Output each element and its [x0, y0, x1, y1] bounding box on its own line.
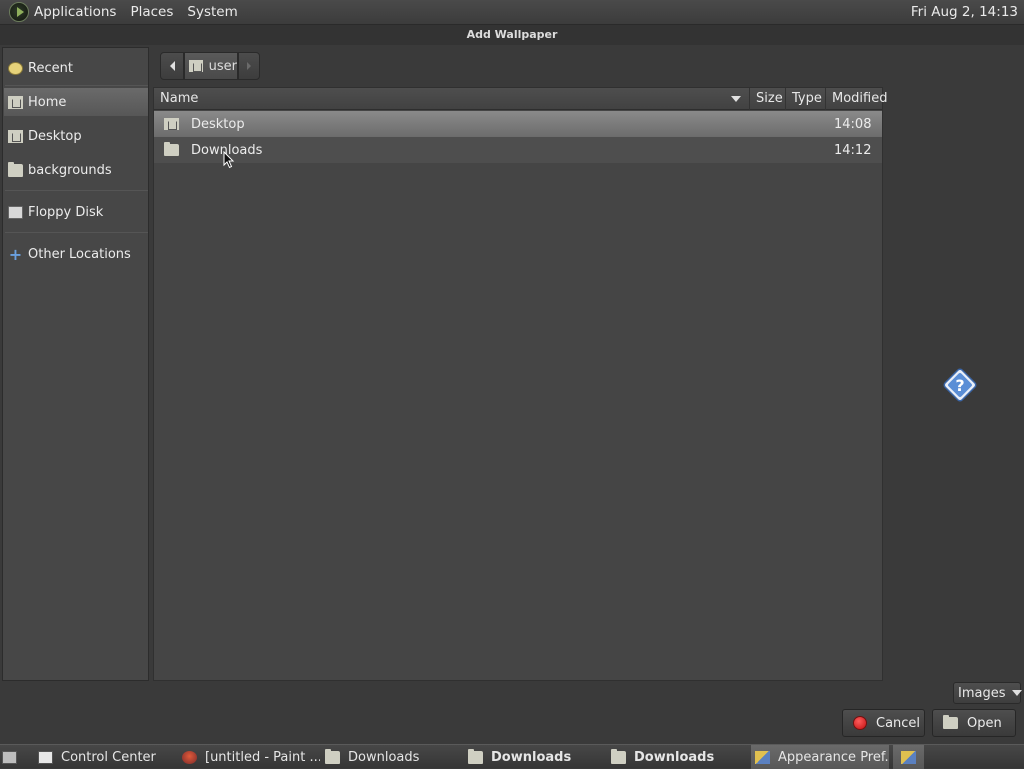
path-bar: user	[160, 52, 260, 80]
sidebar-item-other-locations[interactable]: + Other Locations	[4, 240, 148, 268]
taskbar: Control Center [untitled - Paint ... Dow…	[0, 744, 1024, 769]
svg-text:?: ?	[955, 376, 964, 395]
sidebar-item-desktop[interactable]: Desktop	[4, 122, 148, 150]
table-row[interactable]: Downloads 14:12	[154, 137, 882, 163]
folder-icon	[8, 161, 23, 177]
column-header-name[interactable]: Name	[154, 88, 750, 110]
window-title: Add Wallpaper	[0, 25, 1024, 45]
sidebar-separator	[5, 190, 148, 191]
file-modified: 14:08	[834, 116, 872, 132]
cancel-button-label: Cancel	[876, 715, 921, 731]
control-center-icon	[38, 750, 53, 764]
menu-logo-icon[interactable]	[9, 2, 29, 22]
show-desktop-icon	[2, 750, 17, 764]
file-name: Desktop	[191, 116, 245, 132]
sidebar-item-label: Home	[28, 94, 67, 110]
column-header-label: Modified	[832, 91, 888, 106]
appearance-icon	[755, 750, 770, 764]
file-modified: 14:12	[834, 142, 872, 158]
help-icon: ?	[943, 368, 977, 402]
sort-descending-icon	[731, 96, 741, 102]
column-header-label: Name	[160, 91, 199, 106]
file-list-header: Name Size Type Modified	[154, 88, 887, 110]
mouse-cursor-icon	[223, 151, 235, 169]
chevron-left-icon	[169, 61, 175, 71]
sidebar-item-label: Floppy Disk	[28, 204, 104, 220]
places-sidebar: Recent Home Desktop backgrounds Floppy D…	[2, 47, 149, 681]
chevron-down-icon	[1011, 690, 1022, 696]
taskbar-item-downloads[interactable]: Downloads	[611, 745, 749, 769]
show-desktop-button[interactable]	[2, 745, 26, 769]
home-icon	[8, 95, 23, 109]
cancel-icon	[853, 716, 867, 730]
recent-icon	[8, 61, 23, 75]
folder-icon	[325, 748, 340, 764]
taskbar-item-paint[interactable]: [untitled - Paint ...	[182, 745, 320, 769]
sidebar-item-backgrounds[interactable]: backgrounds	[4, 156, 148, 184]
floppy-disk-icon	[8, 205, 23, 219]
menu-places[interactable]: Places	[130, 4, 173, 20]
sidebar-item-label: Desktop	[28, 128, 82, 144]
desktop-folder-icon	[8, 129, 23, 143]
sidebar-item-recent[interactable]: Recent	[4, 54, 148, 82]
path-forward-button[interactable]	[238, 52, 260, 80]
column-header-modified[interactable]: Modified	[826, 88, 887, 110]
taskbar-item-label: Control Center	[61, 749, 156, 765]
file-list[interactable]: Name Size Type Modified Desktop 14:08 Do…	[153, 87, 887, 681]
path-segment-label: user	[208, 58, 237, 74]
taskbar-item-add-wallpaper[interactable]	[893, 745, 924, 769]
menu-applications[interactable]: Applications	[34, 4, 116, 20]
filter-selected-label: Images	[958, 685, 1006, 701]
taskbar-item-label: Appearance Pref...	[778, 749, 889, 765]
taskbar-item-downloads[interactable]: Downloads	[468, 745, 606, 769]
taskbar-item-label: Downloads	[634, 749, 715, 765]
taskbar-item-control-center[interactable]: Control Center	[38, 745, 176, 769]
home-icon	[189, 60, 203, 72]
appearance-icon	[901, 750, 916, 764]
folder-icon	[468, 748, 483, 764]
sidebar-item-floppy-disk[interactable]: Floppy Disk	[4, 198, 148, 226]
folder-icon	[611, 748, 626, 764]
taskbar-item-label: [untitled - Paint ...	[205, 749, 320, 765]
column-header-type[interactable]: Type	[786, 88, 826, 110]
sidebar-item-home[interactable]: Home	[4, 88, 148, 116]
paint-icon	[182, 750, 197, 764]
sidebar-item-label: backgrounds	[28, 162, 112, 178]
sidebar-separator	[5, 85, 148, 86]
taskbar-item-downloads[interactable]: Downloads	[325, 745, 463, 769]
desktop-folder-icon	[164, 118, 179, 130]
column-header-label: Size	[756, 91, 783, 106]
path-segment-user[interactable]: user	[184, 52, 238, 80]
folder-open-icon	[943, 715, 958, 729]
file-type-filter[interactable]: Images	[953, 682, 1022, 704]
menu-system[interactable]: System	[187, 4, 237, 20]
chevron-right-icon	[247, 62, 251, 70]
taskbar-item-appearance-preferences[interactable]: Appearance Pref...	[751, 745, 889, 769]
sidebar-item-label: Other Locations	[28, 246, 131, 262]
open-button-label: Open	[967, 715, 1002, 731]
cancel-button[interactable]: Cancel	[842, 709, 925, 737]
column-header-size[interactable]: Size	[750, 88, 786, 110]
path-back-button[interactable]	[160, 52, 184, 80]
taskbar-item-label: Downloads	[348, 749, 420, 765]
table-row[interactable]: Desktop 14:08	[154, 111, 882, 137]
sidebar-separator	[5, 232, 148, 233]
sidebar-item-label: Recent	[28, 60, 73, 76]
taskbar-item-label: Downloads	[491, 749, 572, 765]
top-panel: Applications Places System Fri Aug 2, 14…	[0, 0, 1024, 25]
folder-icon	[164, 142, 179, 156]
clock[interactable]: Fri Aug 2, 14:13	[911, 4, 1018, 20]
plus-icon: +	[8, 244, 23, 264]
open-button[interactable]: Open	[932, 709, 1016, 737]
column-header-label: Type	[792, 91, 822, 106]
